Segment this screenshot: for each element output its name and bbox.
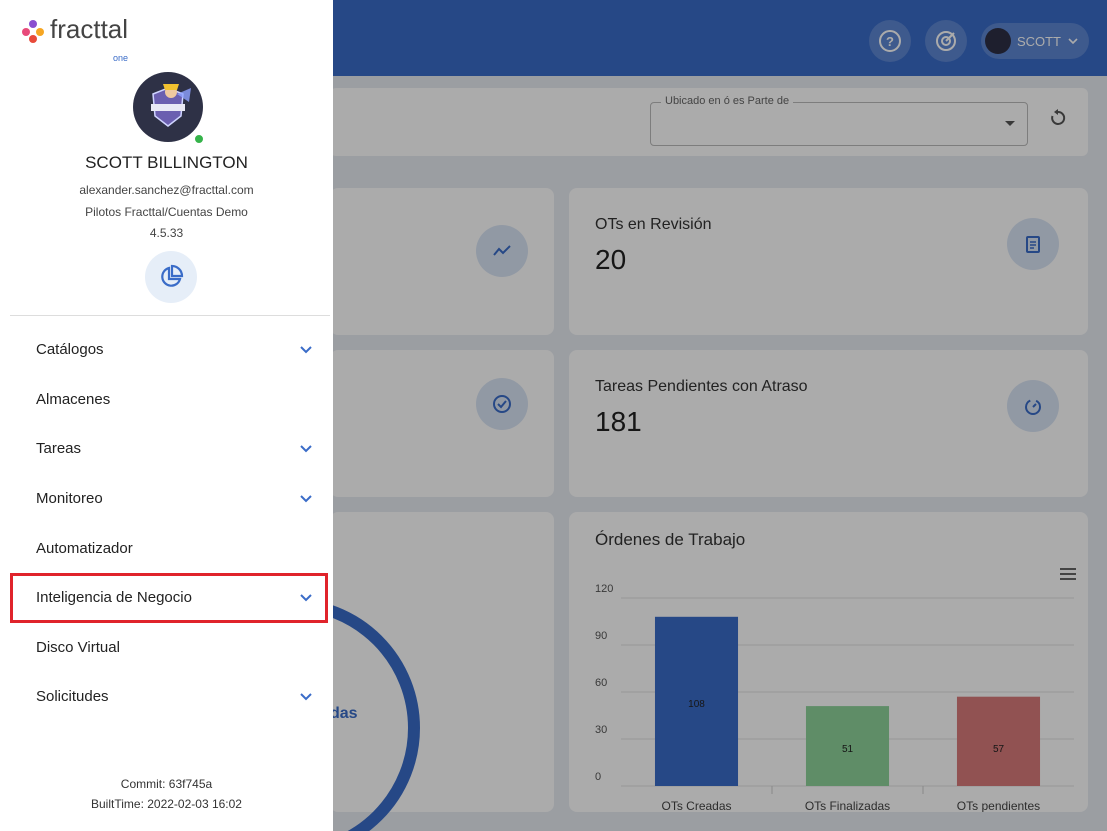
menu-item-solicitudes[interactable]: Solicitudes [10,672,328,722]
user-email: alexander.sanchez@fracttal.com [79,183,254,197]
menu-item-inteligencia-de-negocio[interactable]: Inteligencia de Negocio [10,572,328,623]
menu-item-label: Monitoreo [36,490,103,508]
chevron-down-icon [300,693,312,701]
drawer-menu: Catálogos Almacenes Tareas Monitoreo Aut… [10,325,328,722]
fracttal-logo: fracttal one [22,14,128,63]
chevron-down-icon [300,494,312,502]
chevron-down-icon [300,445,312,453]
menu-item-label: Catálogos [36,341,104,359]
heroes-badge-icon [151,84,191,127]
menu-item-label: Tareas [36,440,82,458]
menu-item-label: Almacenes [36,390,111,408]
app-version: 4.5.33 [149,226,184,240]
logo-wordmark: fracttal one [50,14,128,63]
build-time: BuiltTime: 2022-02-03 16:02 [91,797,242,811]
user-full-name: SCOTT BILLINGTON [85,153,248,172]
online-status-dot [193,133,205,145]
menu-item-almacenes[interactable]: Almacenes [10,375,328,425]
menu-item-label: Inteligencia de Negocio [36,589,192,607]
navigation-drawer: fracttal one SCOTT BILLINGTON alexander.… [0,0,333,831]
commit-info: Commit: 63f745a [120,777,213,791]
menu-item-disco-virtual[interactable]: Disco Virtual [10,623,328,673]
menu-item-catalogos[interactable]: Catálogos [10,325,328,375]
menu-item-monitoreo[interactable]: Monitoreo [10,474,328,524]
user-avatar [133,72,203,142]
logo-subtext: one [113,53,129,63]
chevron-down-icon [300,346,312,354]
menu-item-tareas[interactable]: Tareas [10,424,328,474]
logo-dots-icon [22,20,44,43]
user-company: Pilotos Fracttal/Cuentas Demo [85,205,248,219]
menu-item-label: Disco Virtual [36,638,120,656]
menu-item-label: Automatizador [36,539,133,557]
dashboard-button[interactable] [145,251,197,303]
pie-chart-icon [161,264,184,287]
menu-item-label: Solicitudes [36,688,109,706]
chevron-down-icon [300,594,312,602]
drawer-divider [10,315,330,316]
menu-item-automatizador[interactable]: Automatizador [10,523,328,573]
